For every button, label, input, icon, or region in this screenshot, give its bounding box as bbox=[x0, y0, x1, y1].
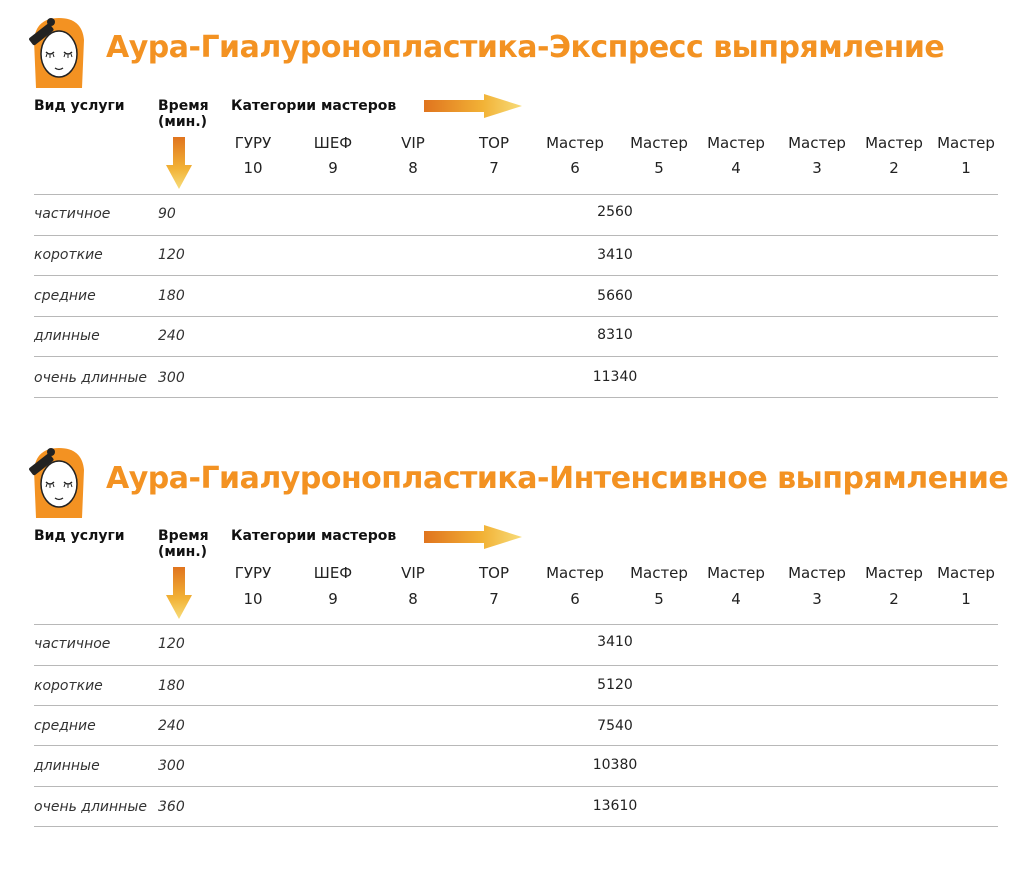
table-divider bbox=[34, 826, 998, 827]
row-time: 180 bbox=[158, 288, 185, 304]
row-service: длинные bbox=[34, 758, 100, 774]
service-column-header: Вид услуги bbox=[34, 98, 125, 114]
category-name: Мастер bbox=[707, 564, 765, 582]
categories-header: Категории мастеров bbox=[231, 528, 397, 544]
category-name: Мастер bbox=[630, 134, 688, 152]
gradient-arrow-down-icon bbox=[166, 137, 192, 189]
category-level: 10 bbox=[243, 590, 263, 608]
category-level: 3 bbox=[812, 159, 822, 177]
row-time: 120 bbox=[158, 636, 185, 652]
time-column-header: Время (мин.) bbox=[158, 528, 209, 560]
categories-header: Категории мастеров bbox=[231, 98, 397, 114]
category-level: 1 bbox=[961, 159, 971, 177]
category-name: VIP bbox=[401, 564, 425, 582]
row-service: частичное bbox=[34, 636, 111, 652]
category-name: Мастер bbox=[788, 134, 846, 152]
row-service: средние bbox=[34, 718, 96, 734]
row-time: 360 bbox=[158, 799, 185, 815]
table-divider bbox=[34, 356, 998, 357]
category-level: 5 bbox=[654, 159, 664, 177]
category-name: ШЕФ bbox=[313, 564, 353, 582]
row-price: 3410 bbox=[597, 247, 633, 263]
gradient-arrow-right-icon bbox=[424, 525, 522, 549]
woman-face-with-brush-icon bbox=[29, 18, 84, 88]
category-level: 10 bbox=[243, 159, 263, 177]
category-name: TOP bbox=[478, 134, 509, 152]
row-service: очень длинные bbox=[34, 799, 148, 815]
table-divider bbox=[34, 194, 998, 195]
table-divider bbox=[34, 705, 998, 706]
table-divider bbox=[34, 786, 998, 787]
category-name: Мастер bbox=[630, 564, 688, 582]
category-level: 8 bbox=[408, 159, 418, 177]
row-service: частичное bbox=[34, 206, 111, 222]
category-level: 4 bbox=[731, 159, 741, 177]
category-name: ШЕФ bbox=[313, 134, 353, 152]
row-time: 300 bbox=[158, 370, 185, 386]
woman-face-with-brush-icon bbox=[29, 448, 84, 518]
category-name: Мастер bbox=[865, 564, 923, 582]
category-level: 9 bbox=[328, 159, 338, 177]
gradient-arrow-down-icon bbox=[166, 567, 192, 619]
category-level: 3 bbox=[812, 590, 822, 608]
section-title: Аура-Гиалуронопластика-Интенсивное выпря… bbox=[106, 461, 1009, 496]
row-time: 300 bbox=[158, 758, 185, 774]
row-service: короткие bbox=[34, 678, 103, 694]
category-name: Мастер bbox=[546, 134, 604, 152]
service-column-header: Вид услуги bbox=[34, 528, 125, 544]
category-name: VIP bbox=[401, 134, 425, 152]
category-level: 2 bbox=[889, 159, 899, 177]
row-price: 7540 bbox=[597, 718, 633, 734]
category-level: 7 bbox=[489, 590, 499, 608]
row-price: 5660 bbox=[597, 288, 633, 304]
row-price: 10380 bbox=[592, 757, 638, 773]
row-time: 90 bbox=[158, 206, 176, 222]
time-column-header: Время (мин.) bbox=[158, 98, 209, 130]
table-divider bbox=[34, 397, 998, 398]
category-name: Мастер bbox=[865, 134, 923, 152]
category-level: 6 bbox=[570, 159, 580, 177]
row-service: средние bbox=[34, 288, 96, 304]
category-level: 6 bbox=[570, 590, 580, 608]
category-name: Мастер bbox=[546, 564, 604, 582]
row-price: 8310 bbox=[597, 327, 633, 343]
row-price: 13610 bbox=[592, 798, 638, 814]
row-price: 2560 bbox=[597, 204, 633, 220]
category-level: 1 bbox=[961, 590, 971, 608]
category-name: Мастер bbox=[707, 134, 765, 152]
table-divider bbox=[34, 745, 998, 746]
category-level: 7 bbox=[489, 159, 499, 177]
table-divider bbox=[34, 275, 998, 276]
row-service: длинные bbox=[34, 328, 100, 344]
row-price: 5120 bbox=[597, 677, 633, 693]
table-divider bbox=[34, 235, 998, 236]
row-time: 240 bbox=[158, 718, 185, 734]
row-time: 240 bbox=[158, 328, 185, 344]
row-price: 3410 bbox=[597, 634, 633, 650]
row-service: очень длинные bbox=[34, 370, 148, 386]
table-divider bbox=[34, 624, 998, 625]
category-name: Мастер bbox=[937, 564, 995, 582]
section-title: Аура-Гиалуронопластика-Экспресс выпрямле… bbox=[106, 30, 945, 65]
row-time: 180 bbox=[158, 678, 185, 694]
row-service: короткие bbox=[34, 247, 103, 263]
row-price: 11340 bbox=[592, 369, 638, 385]
category-name: ГУРУ bbox=[234, 134, 272, 152]
table-divider bbox=[34, 665, 998, 666]
table-divider bbox=[34, 316, 998, 317]
category-level: 9 bbox=[328, 590, 338, 608]
row-time: 120 bbox=[158, 247, 185, 263]
category-level: 5 bbox=[654, 590, 664, 608]
gradient-arrow-right-icon bbox=[424, 94, 522, 118]
category-level: 8 bbox=[408, 590, 418, 608]
category-name: Мастер bbox=[788, 564, 846, 582]
category-name: TOP bbox=[478, 564, 509, 582]
category-name: ГУРУ bbox=[234, 564, 272, 582]
category-level: 4 bbox=[731, 590, 741, 608]
category-name: Мастер bbox=[937, 134, 995, 152]
category-level: 2 bbox=[889, 590, 899, 608]
